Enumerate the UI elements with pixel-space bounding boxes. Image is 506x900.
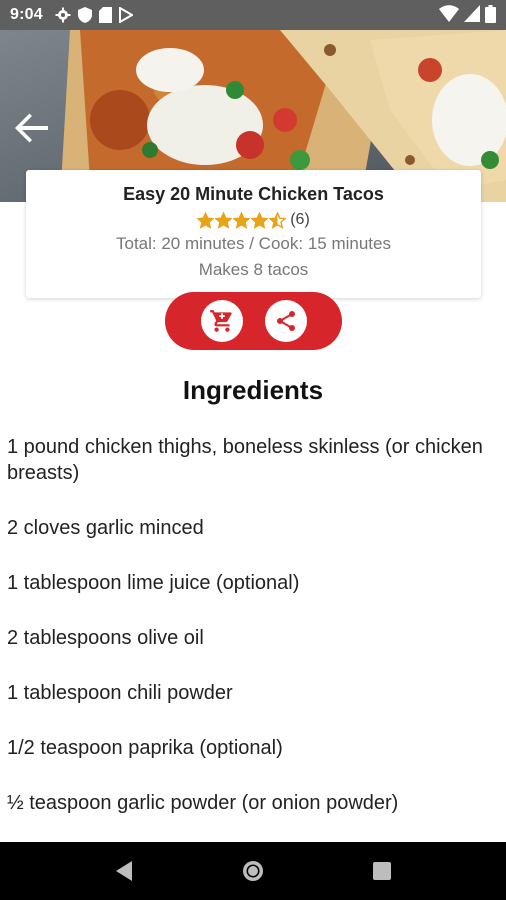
- ingredient-item: 1 tablespoon lime juice (optional): [7, 572, 300, 594]
- status-bar: 9:04: [0, 0, 506, 30]
- shopping-cart-icon: [209, 310, 232, 332]
- ingredient-item: ½ teaspoon garlic powder (or onion powde…: [7, 792, 399, 814]
- rating-row: (6): [26, 211, 481, 229]
- battery-icon: [485, 5, 496, 23]
- ingredient-item: 1 pound chicken thighs, boneless skinles…: [7, 436, 483, 484]
- share-icon: [276, 311, 295, 331]
- nav-home-icon[interactable]: [241, 859, 265, 883]
- ingredient-item: 1/2 teaspoon paprika (optional): [7, 737, 283, 759]
- action-bar: [165, 292, 342, 350]
- star-icon: [197, 211, 215, 229]
- back-button[interactable]: [10, 108, 54, 148]
- recipe-yield: Makes 8 tacos: [198, 260, 309, 279]
- ingredient-item: 2 cloves garlic minced: [7, 517, 204, 539]
- star-icon: [269, 211, 287, 229]
- star-icon: [215, 211, 233, 229]
- rating-count: (6): [290, 211, 310, 228]
- wifi-icon: [439, 5, 459, 22]
- recipe-time: Total: 20 minutes / Cook: 15 minutes: [116, 234, 391, 253]
- nav-back-icon[interactable]: [114, 860, 134, 882]
- rating-stars: [197, 211, 287, 229]
- star-icon: [251, 211, 269, 229]
- play-store-icon: [118, 7, 133, 23]
- add-to-cart-button[interactable]: [200, 300, 243, 342]
- ingredient-item: 1 tablespoon chili powder: [7, 682, 233, 704]
- recipe-title: Easy 20 Minute Chicken Tacos: [123, 184, 384, 204]
- shield-icon: [77, 7, 92, 23]
- settings-icon: [55, 7, 71, 23]
- sd-card-icon: [98, 7, 112, 23]
- ingredient-item: 2 tablespoons olive oil: [7, 627, 204, 649]
- recipe-summary-card: Easy 20 Minute Chicken Tacos (6) Total: …: [26, 170, 481, 298]
- ingredients-list: 1 pound chicken thighs, boneless skinles…: [7, 434, 487, 845]
- system-nav-bar: [0, 842, 506, 900]
- star-icon: [233, 211, 251, 229]
- ingredients-heading: Ingredients: [182, 375, 324, 405]
- arrow-back-icon: [15, 113, 48, 143]
- cell-signal-icon: [464, 5, 480, 22]
- status-time: 9:04: [10, 6, 43, 23]
- share-button[interactable]: [264, 300, 307, 342]
- nav-recents-icon[interactable]: [372, 861, 392, 881]
